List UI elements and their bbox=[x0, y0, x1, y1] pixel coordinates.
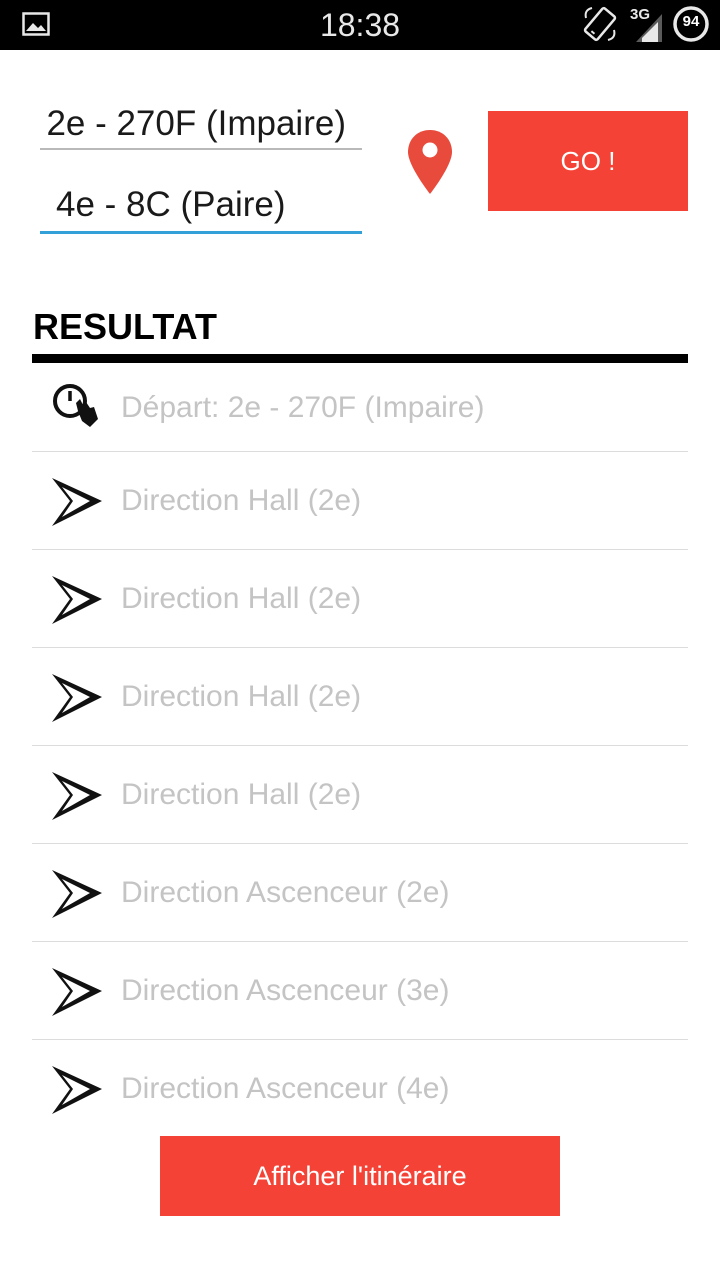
step-label: Direction Hall (2e) bbox=[121, 778, 362, 811]
direction-arrow-icon bbox=[52, 772, 102, 820]
battery-level-label: 94 bbox=[682, 13, 700, 30]
departure-step[interactable]: Départ: 2e - 270F (Impaire) bbox=[32, 363, 688, 452]
direction-arrow-icon bbox=[52, 576, 102, 624]
result-divider bbox=[32, 354, 688, 363]
step-label: Direction Ascenceur (4e) bbox=[121, 1072, 450, 1105]
list-item[interactable]: Direction Ascenceur (4e) bbox=[32, 1040, 688, 1138]
step-label: Direction Hall (2e) bbox=[121, 484, 362, 517]
show-route-button[interactable]: Afficher l'itinéraire bbox=[160, 1136, 560, 1216]
list-item[interactable]: Direction Hall (2e) bbox=[32, 550, 688, 648]
itinerary-list: Départ: 2e - 270F (Impaire) Direction Ha… bbox=[32, 363, 688, 1138]
list-item[interactable]: Direction Ascenceur (2e) bbox=[32, 844, 688, 942]
departure-input-value: 2e - 270F (Impaire) bbox=[46, 104, 346, 143]
direction-arrow-icon bbox=[52, 968, 102, 1016]
signal-strength-icon bbox=[636, 14, 662, 42]
list-item[interactable]: Direction Ascenceur (3e) bbox=[32, 942, 688, 1040]
location-pin-icon[interactable] bbox=[406, 128, 454, 196]
destination-input-value: 4e - 8C (Paire) bbox=[56, 185, 286, 224]
departure-step-label: Départ: 2e - 270F (Impaire) bbox=[121, 391, 485, 424]
step-label: Direction Ascenceur (2e) bbox=[121, 876, 450, 909]
direction-arrow-icon bbox=[52, 1066, 102, 1114]
list-item[interactable]: Direction Hall (2e) bbox=[32, 452, 688, 550]
list-item[interactable]: Direction Hall (2e) bbox=[32, 648, 688, 746]
status-bar: 18:38 3G 94 bbox=[0, 0, 720, 50]
destination-input[interactable]: 4e - 8C (Paire) bbox=[40, 178, 362, 234]
go-button[interactable]: GO ! bbox=[488, 111, 688, 211]
direction-arrow-icon bbox=[52, 674, 102, 722]
list-item[interactable]: Direction Hall (2e) bbox=[32, 746, 688, 844]
app-screen: 18:38 3G 94 2e - 270F (Impaire) 4e - 8C … bbox=[0, 0, 720, 1280]
step-label: Direction Hall (2e) bbox=[121, 582, 362, 615]
result-heading: RESULTAT bbox=[33, 306, 217, 347]
departure-clock-hand-icon bbox=[53, 384, 98, 427]
step-label: Direction Ascenceur (3e) bbox=[121, 974, 450, 1007]
departure-input[interactable]: 2e - 270F (Impaire) bbox=[40, 100, 362, 150]
direction-arrow-icon bbox=[52, 870, 102, 918]
direction-arrow-icon bbox=[52, 478, 102, 526]
screen-rotation-icon bbox=[583, 6, 617, 42]
step-label: Direction Hall (2e) bbox=[121, 680, 362, 713]
